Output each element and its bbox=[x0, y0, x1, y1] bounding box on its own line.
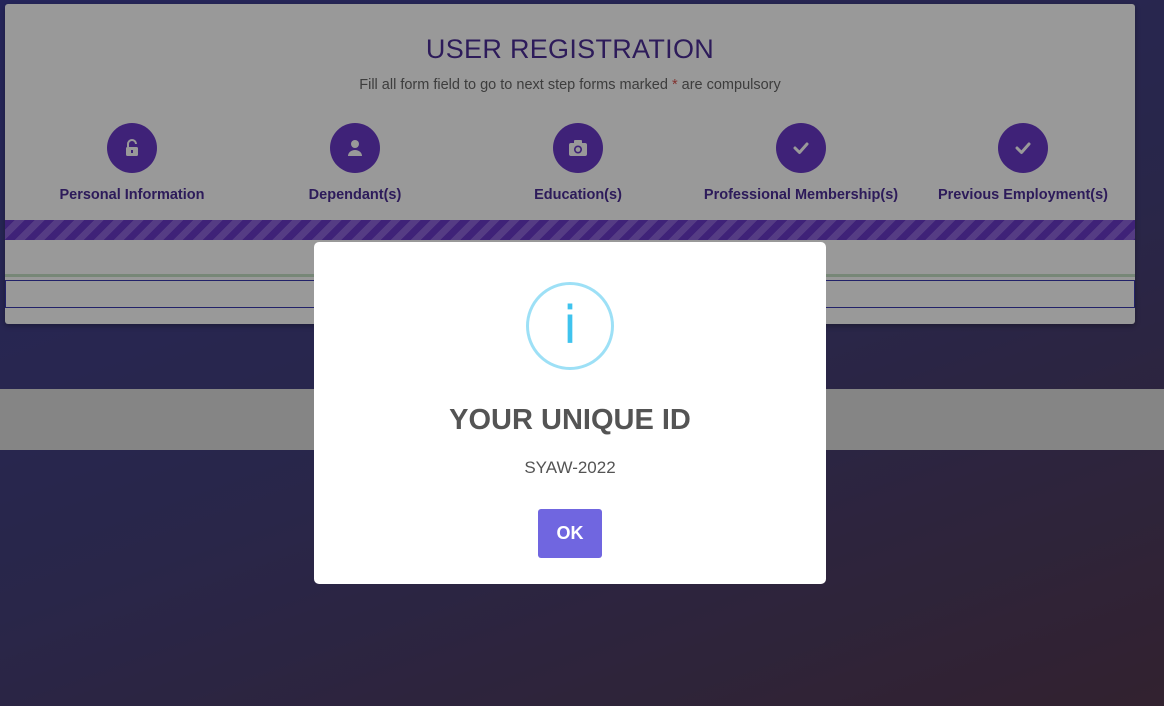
ok-button[interactable]: OK bbox=[538, 509, 602, 558]
unique-id-dialog: i YOUR UNIQUE ID SYAW-2022 OK bbox=[314, 242, 826, 584]
dialog-title: YOUR UNIQUE ID bbox=[449, 404, 691, 436]
unique-id-value: SYAW-2022 bbox=[524, 458, 616, 477]
info-icon: i bbox=[526, 282, 614, 370]
